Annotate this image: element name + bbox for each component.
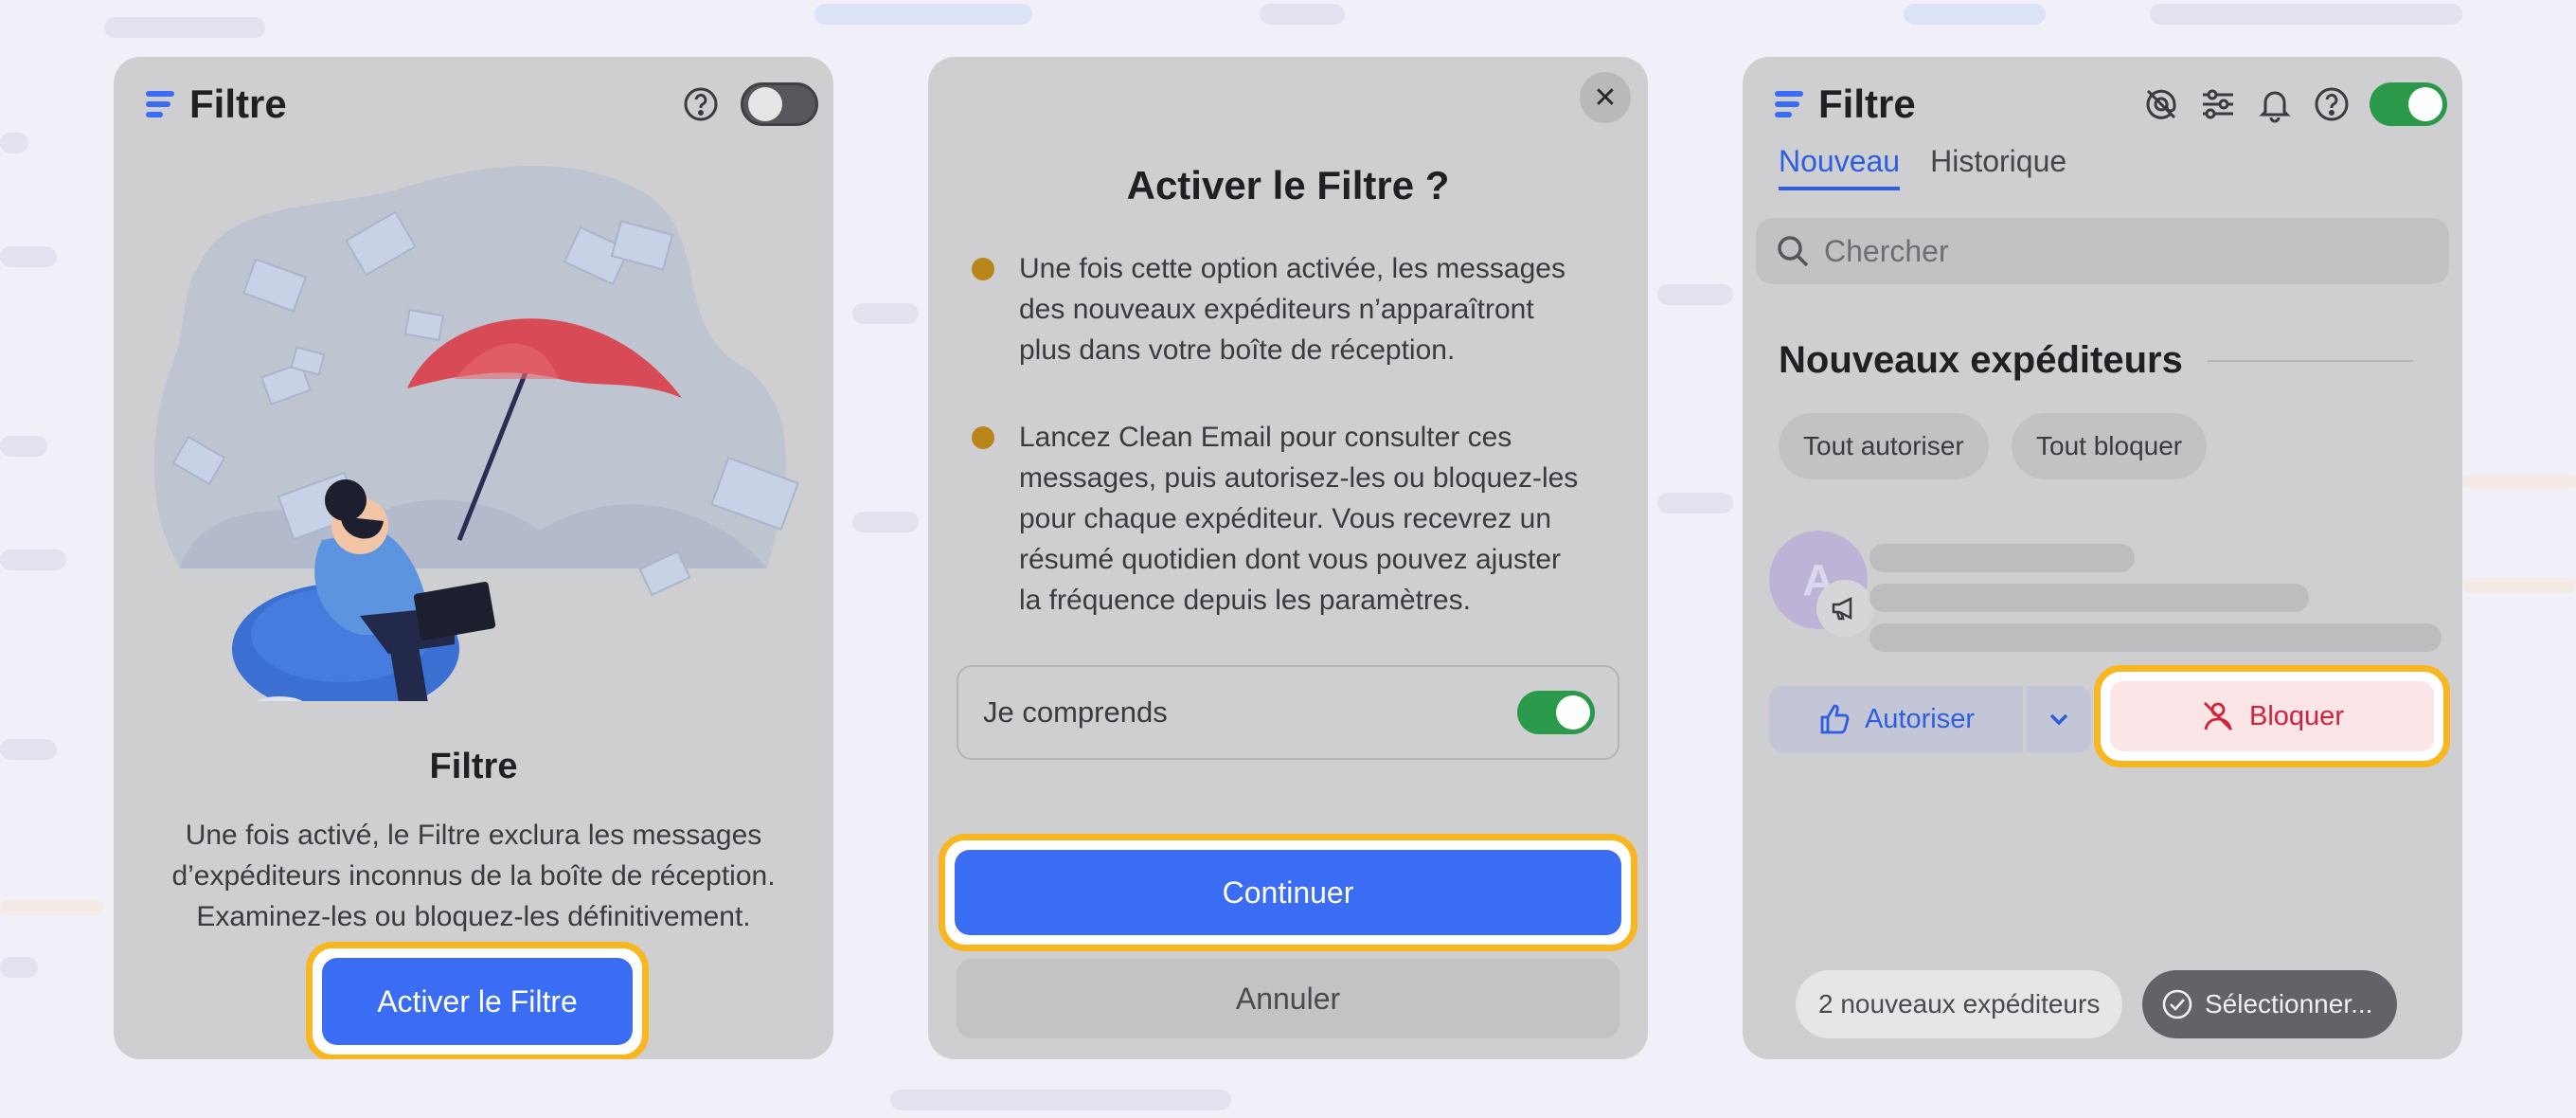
bullet-dot: [972, 426, 994, 449]
section-divider: [2207, 359, 2413, 362]
allow-button[interactable]: Autoriser: [1769, 686, 2023, 752]
section-header: Nouveaux expéditeurs: [1779, 339, 2413, 382]
bullet-line: messages, puis autorisez-les ou bloquez-…: [1019, 462, 1579, 494]
block-label: Bloquer: [2249, 700, 2344, 731]
close-icon: ✕: [1593, 81, 1618, 114]
chevron-down-icon: [2049, 713, 2068, 726]
check-circle-icon: [2162, 989, 2192, 1019]
acknowledge-toggle[interactable]: [1517, 691, 1595, 734]
bullet-dot: [972, 258, 994, 280]
app-title: Filtre: [189, 81, 287, 126]
app-title: Filtre: [1818, 81, 1916, 126]
new-senders-count: 2 nouveaux expéditeurs: [1796, 970, 2123, 1038]
tab-historique[interactable]: Historique: [1930, 144, 2066, 190]
info-bullet: Une fois cette option activée, les messa…: [972, 248, 1618, 370]
bullet-line: pour chaque expéditeur. Vous recevrez un: [1019, 503, 1552, 534]
thumbs-up-icon: [1820, 704, 1850, 734]
bullet-line: résumé quotidien dont vous pouvez ajuste…: [1019, 544, 1562, 575]
bullet-line: la fréquence depuis les paramètres.: [1019, 585, 1471, 616]
filter-senders-panel: Filtre Nouveau Historique Chercher Nouve…: [1743, 57, 2462, 1059]
bullet-line: Une fois cette option activée, les messa…: [1019, 253, 1565, 284]
at-sign-icon[interactable]: [2142, 85, 2180, 123]
tab-nouveau[interactable]: Nouveau: [1779, 144, 1901, 190]
select-button[interactable]: Sélectionner...: [2142, 970, 2398, 1038]
tabs: Nouveau Historique: [1779, 144, 2066, 190]
search-placeholder: Chercher: [1824, 233, 1949, 268]
allow-label: Autoriser: [1864, 703, 1976, 734]
description-line: Examinez-les ou bloquez-les définitiveme…: [196, 901, 751, 932]
help-icon[interactable]: [682, 85, 720, 123]
block-button-highlight: Bloquer: [2094, 665, 2450, 767]
block-all-chip[interactable]: Tout bloquer: [2012, 413, 2208, 479]
sender-placeholder-line: [1869, 544, 2135, 572]
activate-button-highlight: Activer le Filtre: [306, 942, 649, 1059]
activate-filter-button[interactable]: Activer le Filtre: [322, 958, 633, 1045]
section-title: Nouveaux expéditeurs: [1779, 339, 2183, 381]
panel-header: Filtre: [146, 70, 818, 138]
intro-description: Une fois activé, le Filtre exclura les m…: [142, 815, 805, 937]
intro-heading: Filtre: [429, 747, 518, 786]
acknowledge-row[interactable]: Je comprends: [957, 665, 1619, 760]
block-button[interactable]: Bloquer: [2110, 681, 2434, 751]
megaphone-badge: [1816, 580, 1873, 637]
filter-illustration: [153, 166, 799, 701]
dialog-title: Activer le Filtre ?: [1126, 163, 1450, 207]
filter-toggle[interactable]: [2370, 82, 2447, 126]
filter-toggle[interactable]: [741, 82, 818, 126]
filter-intro-panel: Filtre Filtre Une fois activé, le Filtre…: [114, 57, 833, 1059]
filter-logo-icon: [1775, 91, 1803, 117]
allow-all-chip[interactable]: Tout autoriser: [1779, 413, 1989, 479]
block-user-icon: [2204, 702, 2233, 730]
continue-button[interactable]: Continuer: [955, 850, 1621, 935]
acknowledge-label: Je comprends: [983, 695, 1168, 729]
search-input[interactable]: Chercher: [1756, 218, 2449, 284]
panel-header: Filtre: [1775, 70, 2447, 138]
bullet-line: Lancez Clean Email pour consulter ces: [1019, 422, 1512, 453]
continue-button-highlight: Continuer: [939, 834, 1637, 951]
bell-icon[interactable]: [2256, 85, 2294, 123]
activation-dialog: ✕ Activer le Filtre ? Une fois cette opt…: [928, 57, 1648, 1059]
cancel-button[interactable]: Annuler: [957, 959, 1619, 1038]
filter-logo-icon: [146, 91, 174, 117]
select-label: Sélectionner...: [2205, 989, 2373, 1019]
close-button[interactable]: ✕: [1580, 72, 1631, 123]
description-line: d’expéditeurs inconnus de la boîte de ré…: [171, 860, 776, 892]
sender-placeholder-line: [1869, 584, 2309, 612]
description-line: Une fois activé, le Filtre exclura les m…: [185, 820, 762, 851]
bullet-line: plus dans votre boîte de réception.: [1019, 334, 1456, 366]
allow-dropdown[interactable]: [2027, 686, 2091, 752]
search-icon: [1778, 236, 1809, 267]
sliders-icon[interactable]: [2199, 85, 2237, 123]
info-bullet: Lancez Clean Email pour consulter ces me…: [972, 417, 1618, 621]
megaphone-icon: [1832, 596, 1852, 621]
bullet-line: des nouveaux expéditeurs n’apparaîtront: [1019, 294, 1534, 325]
sender-placeholder-line: [1869, 623, 2442, 652]
help-icon[interactable]: [2313, 85, 2351, 123]
